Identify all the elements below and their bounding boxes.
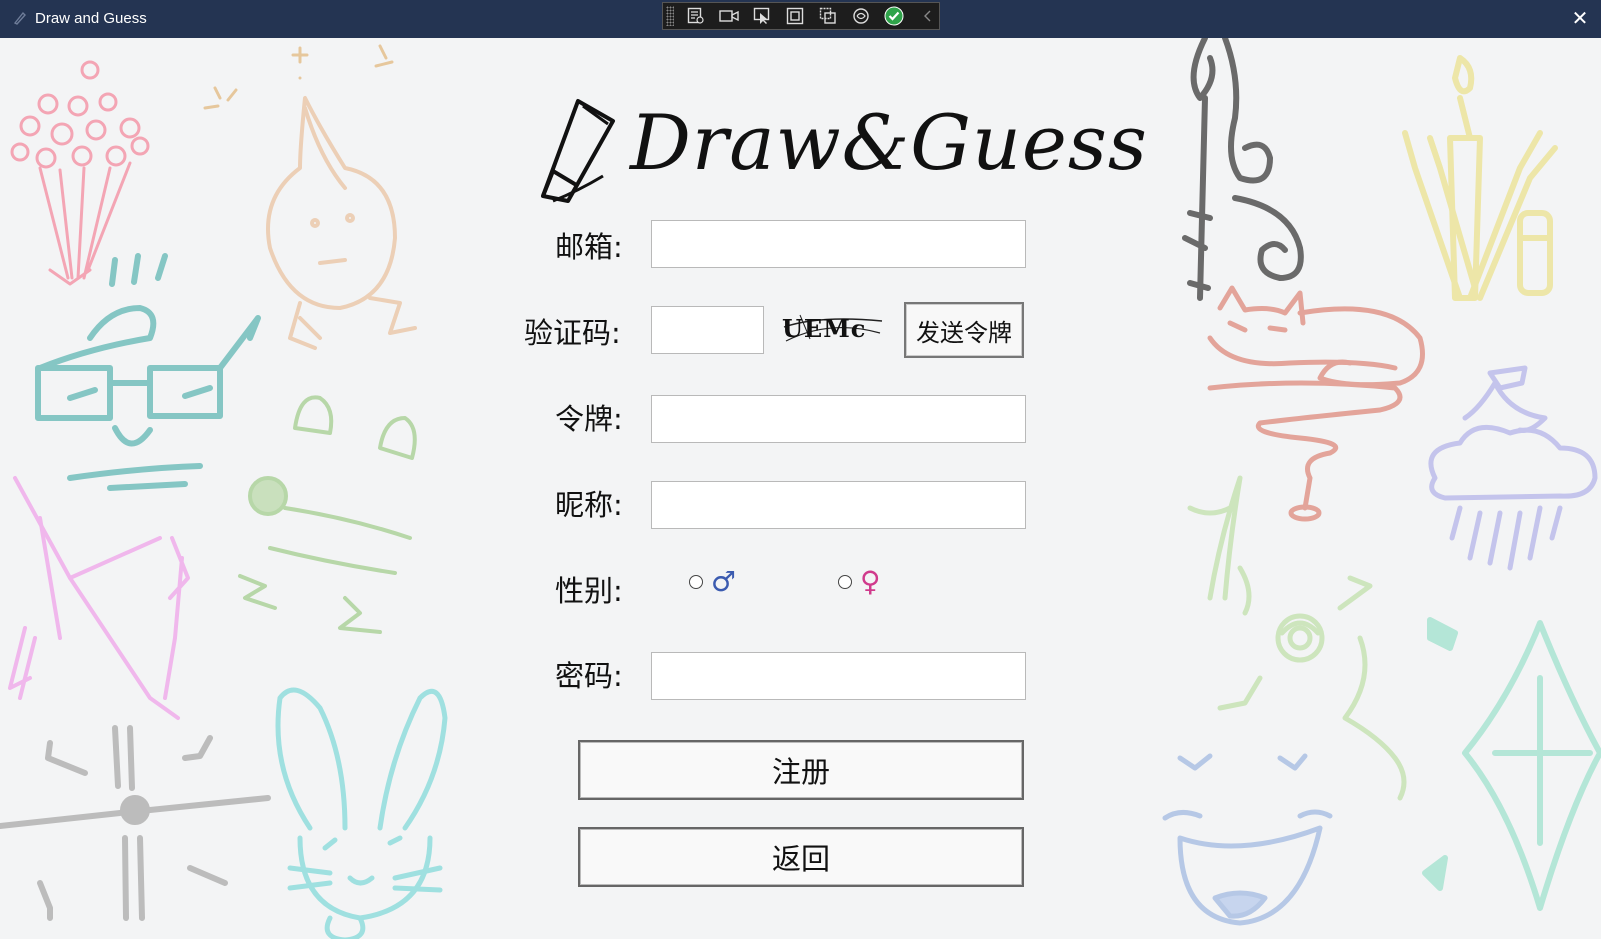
send-token-button[interactable]: 发送令牌 [904, 302, 1024, 358]
pink-arrows-doodle [8, 476, 190, 720]
back-button[interactable]: 返回 [578, 827, 1024, 887]
glasses-face-doodle [35, 253, 261, 491]
xaml-runtime-toolbar [662, 2, 940, 30]
gender-label: 性别: [555, 574, 623, 608]
record-icon[interactable] [718, 6, 740, 26]
nickname-label: 昵称: [555, 488, 623, 522]
hot-reload-ok-icon[interactable] [883, 6, 905, 26]
sparkles-doodle [203, 44, 394, 110]
nickname-field[interactable] [651, 481, 1026, 529]
rain-cloud-doodle [1428, 365, 1598, 571]
token-label: 令牌: [555, 402, 623, 436]
bunny-doodle [275, 687, 448, 939]
email-field[interactable] [651, 220, 1026, 268]
register-button[interactable]: 注册 [578, 740, 1024, 800]
male-symbol-icon: ♂ [711, 565, 737, 598]
toolbar-grip[interactable] [666, 6, 674, 26]
gender-female-radio[interactable]: ♀ [838, 568, 881, 596]
app-logo: Draw&Guess [538, 96, 1147, 216]
radio-circle[interactable] [838, 575, 852, 589]
radio-circle[interactable] [689, 575, 703, 589]
laughing-face-doodle [1162, 753, 1333, 926]
flower-bouquet-doodle [10, 60, 150, 286]
verification-code-field[interactable] [651, 306, 764, 354]
token-field[interactable] [651, 395, 1026, 443]
register-page: Draw&Guess 邮箱: 验证码: UEMc 发送令牌 令牌: 昵称: 性别… [0, 38, 1601, 939]
binding-failures-icon[interactable] [850, 6, 872, 26]
close-window-button[interactable]: ✕ [1569, 7, 1591, 29]
title-bar: Draw and Guess ✕ [0, 0, 1601, 38]
window-title: Draw and Guess [35, 10, 147, 27]
track-focus-icon[interactable] [817, 6, 839, 26]
captcha-text: UEMc [782, 314, 867, 343]
teal-kite-doodle [1422, 617, 1601, 911]
sleeping-cat-doodle [1207, 285, 1425, 522]
yellow-pencils-doodle [1402, 55, 1558, 301]
leaves-rose-doodle [1187, 475, 1407, 801]
egg-character-doodle [266, 96, 417, 350]
display-layout-adorners-icon[interactable] [784, 6, 806, 26]
verification-code-label: 验证码: [524, 316, 621, 350]
swirl-lamp-doodle [1182, 38, 1304, 301]
logo-text: Draw&Guess [630, 98, 1148, 187]
app-pencil-icon [13, 11, 26, 25]
gender-male-radio[interactable]: ♂ [689, 568, 736, 596]
captcha-image[interactable]: UEMc [780, 305, 888, 353]
green-blobs-doodle [238, 395, 417, 634]
email-label: 邮箱: [555, 230, 623, 264]
password-label: 密码: [555, 659, 623, 693]
select-element-icon[interactable] [751, 6, 773, 26]
female-symbol-icon: ♀ [860, 565, 881, 598]
live-tree-icon[interactable] [685, 6, 707, 26]
grey-sunburst-doodle [0, 725, 271, 921]
collapse-icon[interactable] [916, 6, 938, 26]
password-field[interactable] [651, 652, 1026, 700]
pencil-logo-icon [541, 99, 615, 203]
